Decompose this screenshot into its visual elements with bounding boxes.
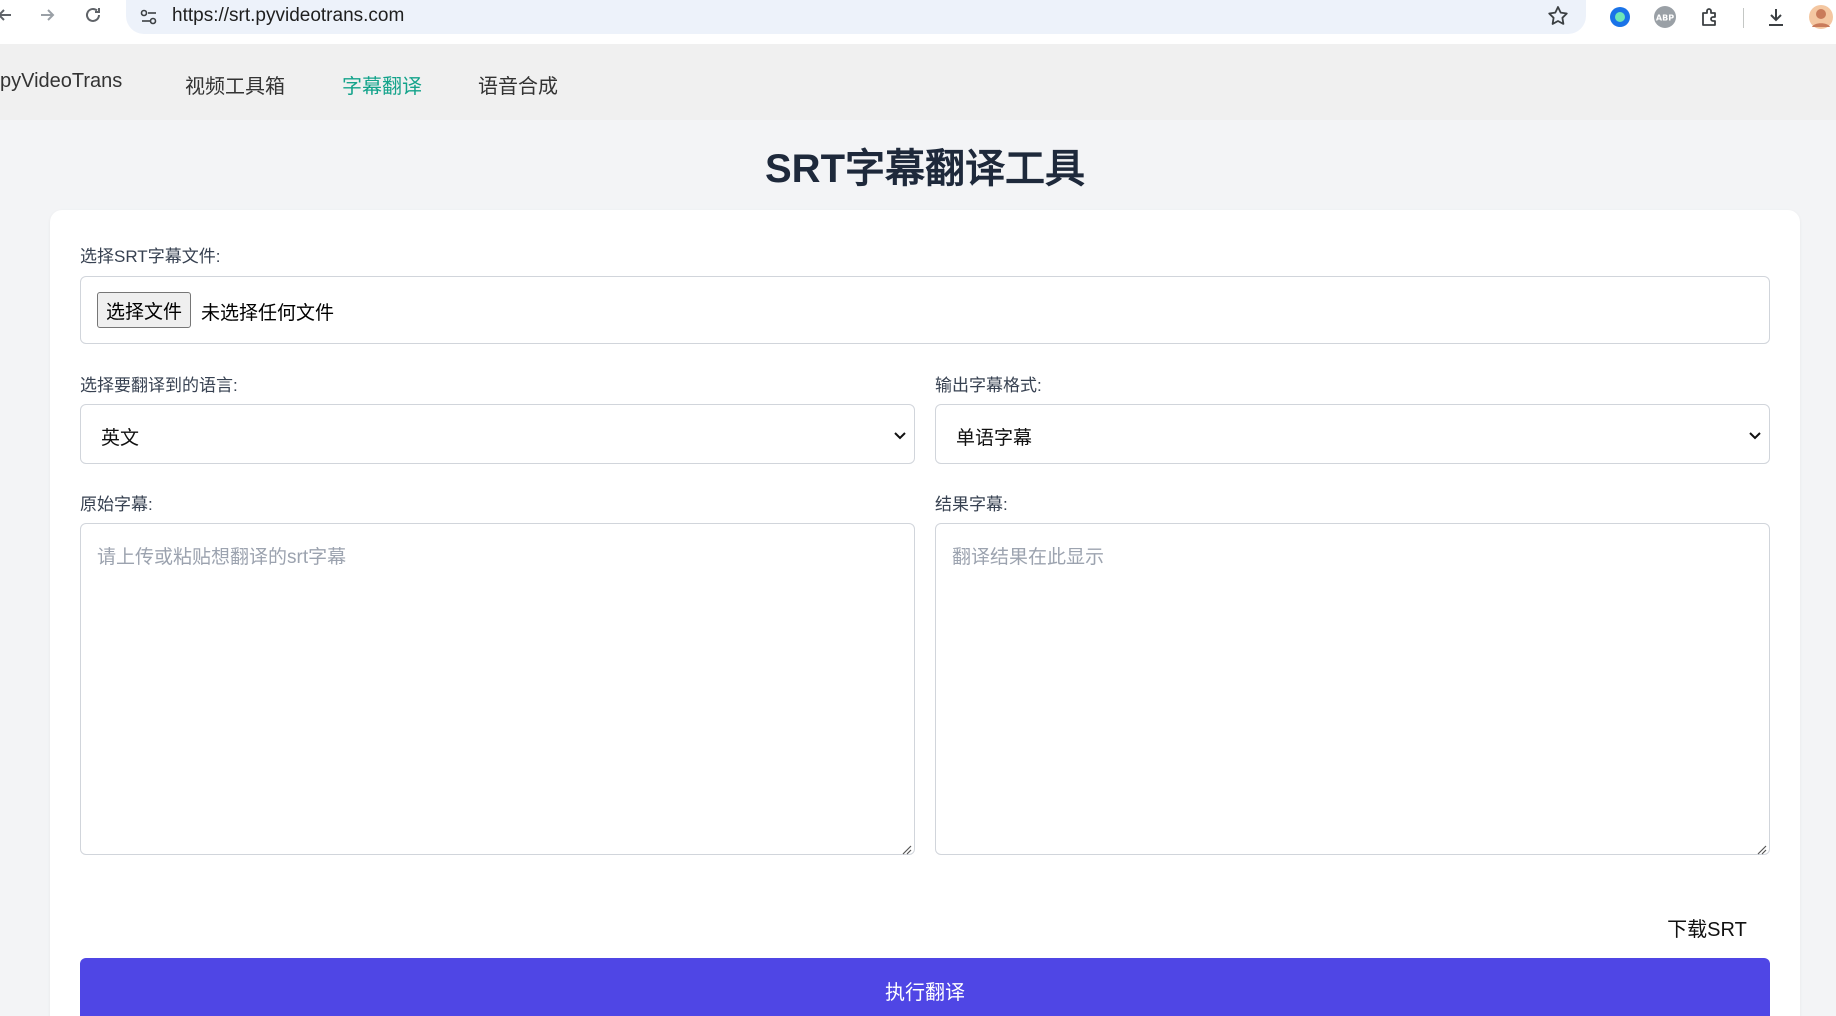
nav-item-video-toolbox[interactable]: 视频工具箱	[185, 70, 285, 99]
adblock-abp-icon[interactable]: ABP	[1652, 4, 1678, 30]
profile-avatar-icon[interactable]	[1808, 4, 1834, 30]
choose-file-button[interactable]: 选择文件	[97, 292, 192, 328]
address-bar[interactable]: https://srt.pyvideotrans.com	[126, 0, 1586, 34]
extension-blue-dot-icon[interactable]	[1607, 4, 1633, 30]
reload-icon[interactable]	[76, 0, 110, 30]
svg-text:ABP: ABP	[1656, 14, 1674, 23]
chevron-down-icon	[892, 427, 908, 443]
nav-item-home[interactable]: pyVideoTrans	[0, 70, 122, 93]
language-label: 选择要翻译到的语言:	[80, 376, 238, 395]
file-status-text: 未选择任何文件	[201, 303, 335, 324]
resize-handle-icon[interactable]	[900, 840, 912, 855]
page-title: SRT字幕翻译工具	[765, 147, 1085, 191]
source-label: 原始字幕:	[80, 495, 153, 514]
file-label: 选择SRT字幕文件:	[80, 247, 221, 266]
format-select[interactable]: 单语字幕	[935, 404, 1770, 464]
download-icon[interactable]	[1763, 4, 1789, 30]
site-settings-icon[interactable]	[138, 6, 160, 28]
run-translate-button[interactable]: 执行翻译	[80, 958, 1770, 1016]
format-select-value: 单语字幕	[956, 428, 1033, 449]
browser-toolbar: https://srt.pyvideotrans.com ABP	[0, 0, 1836, 44]
file-input[interactable]: 选择文件 未选择任何文件	[80, 276, 1770, 344]
resize-handle-icon[interactable]	[1755, 840, 1767, 855]
toolbar-divider	[1743, 8, 1744, 28]
source-subtitle-textarea[interactable]: 请上传或粘贴想翻译的srt字幕	[80, 523, 915, 855]
chevron-down-icon	[1747, 427, 1763, 443]
nav-item-tts[interactable]: 语音合成	[478, 70, 558, 99]
format-label: 输出字幕格式:	[935, 376, 1042, 395]
back-arrow-icon[interactable]	[0, 0, 22, 30]
language-select-value: 英文	[101, 428, 140, 449]
source-placeholder: 请上传或粘贴想翻译的srt字幕	[97, 547, 347, 568]
result-label: 结果字幕:	[935, 495, 1008, 514]
top-nav: pyVideoTrans 视频工具箱 字幕翻译 语音合成	[0, 44, 1836, 120]
result-subtitle-textarea[interactable]: 翻译结果在此显示	[935, 523, 1770, 855]
bookmark-star-icon[interactable]	[1546, 4, 1570, 28]
language-select[interactable]: 英文	[80, 404, 915, 464]
download-srt-button[interactable]: 下载SRT	[1644, 907, 1770, 947]
forward-arrow-icon[interactable]	[30, 0, 64, 30]
extensions-puzzle-icon[interactable]	[1697, 4, 1723, 30]
nav-item-subtitle-translate[interactable]: 字幕翻译	[342, 70, 422, 99]
url-text[interactable]: https://srt.pyvideotrans.com	[172, 5, 404, 27]
result-placeholder: 翻译结果在此显示	[952, 547, 1105, 568]
